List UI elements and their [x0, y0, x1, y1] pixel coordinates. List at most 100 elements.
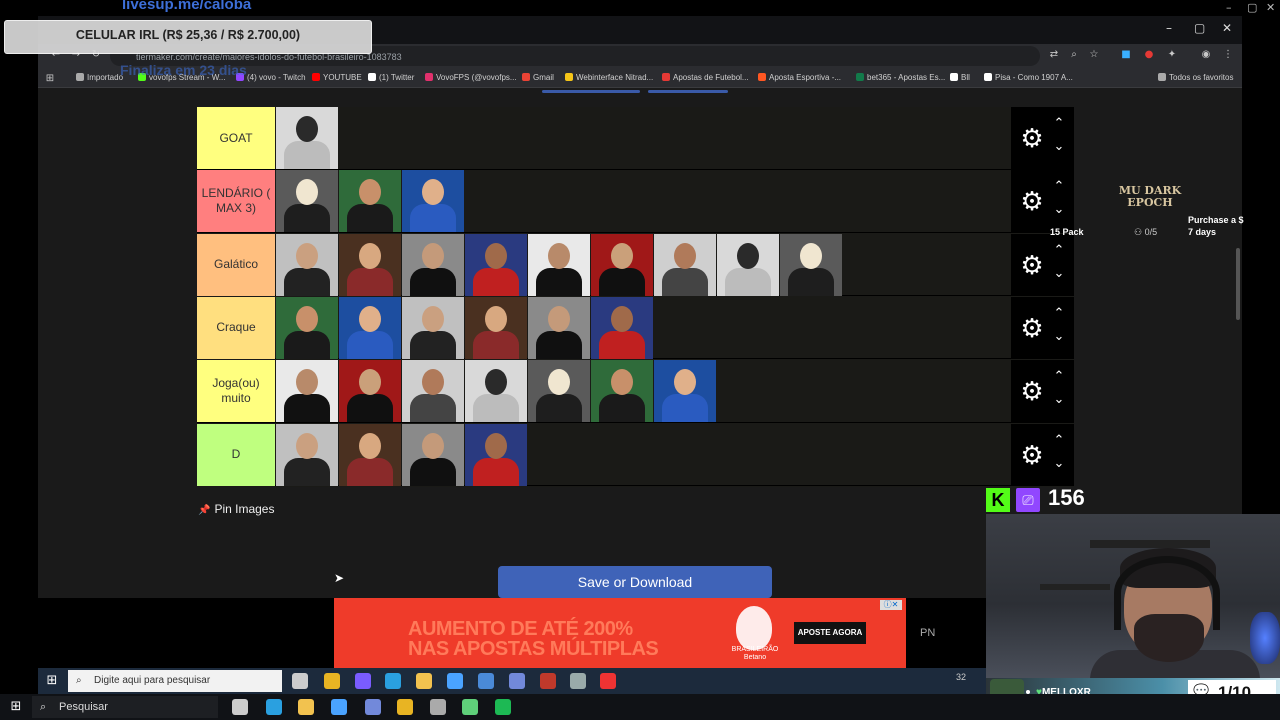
bookmark-item[interactable]: Bll — [950, 72, 970, 84]
player-image[interactable] — [339, 296, 401, 359]
taskbar-search-input[interactable]: ⌕ Pesquisar — [32, 696, 218, 718]
player-image[interactable] — [402, 233, 464, 296]
folder-icon[interactable] — [298, 699, 314, 715]
store-icon[interactable] — [331, 699, 347, 715]
extensions-puzzle-icon[interactable]: ✦ — [1166, 49, 1178, 61]
bookmark-item[interactable]: VovoFPS (@vovofps... — [425, 72, 517, 84]
player-image[interactable] — [528, 360, 590, 423]
bookmark-item[interactable]: Apostas de Futebol... — [662, 72, 749, 84]
bookmark-item[interactable]: Webinterface Nitrad... — [565, 72, 653, 84]
chevron-down-icon[interactable]: ⌄ — [1051, 393, 1067, 407]
pin-images-toggle[interactable]: 📌 Pin Images — [198, 502, 274, 516]
player-image[interactable] — [276, 360, 338, 423]
top-button[interactable] — [648, 90, 728, 93]
bookmark-item[interactable]: bet365 - Apostas Es... — [856, 72, 945, 84]
extension-icon[interactable]: ● — [1143, 49, 1155, 61]
tier-label[interactable]: Joga(ou) muito — [197, 360, 275, 423]
chevron-down-icon[interactable]: ⌄ — [1051, 456, 1067, 471]
task-view-icon[interactable] — [232, 699, 248, 715]
bookmark-item[interactable]: Todos os favoritos — [1158, 72, 1233, 84]
edge-icon[interactable] — [266, 699, 282, 715]
player-image[interactable] — [276, 296, 338, 359]
chevron-up-icon[interactable]: ⌃ — [1051, 433, 1067, 448]
player-image[interactable] — [465, 296, 527, 359]
top-button[interactable] — [542, 90, 640, 93]
chevron-down-icon[interactable]: ⌄ — [1051, 329, 1067, 344]
bookmark-item[interactable]: Gmail — [522, 72, 554, 84]
app-icon[interactable] — [540, 673, 556, 689]
player-image[interactable] — [780, 233, 842, 296]
mail-icon[interactable] — [478, 673, 494, 689]
bookmark-item[interactable]: Pisa - Como 1907 A... — [984, 72, 1073, 84]
player-image[interactable] — [339, 170, 401, 233]
chevron-up-icon[interactable]: ⌃ — [1051, 370, 1067, 384]
windows-start-icon[interactable]: ⊞ — [44, 673, 60, 689]
task-view-icon[interactable] — [292, 673, 308, 689]
player-image[interactable] — [339, 360, 401, 423]
chevron-down-icon[interactable]: ⌄ — [1051, 266, 1067, 281]
player-image[interactable] — [339, 423, 401, 486]
app-icon[interactable] — [355, 673, 371, 689]
app-icon[interactable] — [600, 673, 616, 689]
player-image[interactable] — [717, 233, 779, 296]
edge-icon[interactable] — [385, 673, 401, 689]
chevron-up-icon[interactable]: ⌃ — [1051, 243, 1067, 258]
player-image[interactable] — [591, 360, 653, 423]
maximize-button[interactable]: ▢ — [1194, 21, 1205, 35]
tier-label[interactable]: D — [197, 423, 275, 486]
bookmark-star-icon[interactable]: ☆ — [1088, 49, 1100, 61]
store-icon[interactable] — [447, 673, 463, 689]
chevron-up-icon[interactable]: ⌃ — [1051, 117, 1067, 131]
profile-icon[interactable]: ◉ — [1200, 49, 1212, 61]
bookmark-item[interactable]: (1) Twitter — [368, 72, 414, 84]
player-image[interactable] — [276, 170, 338, 233]
page-scrollbar[interactable] — [1236, 248, 1240, 320]
gear-icon[interactable]: ⚙ — [1017, 187, 1047, 217]
tier-label[interactable]: Craque — [197, 296, 275, 359]
player-image[interactable] — [591, 233, 653, 296]
chevron-down-icon[interactable]: ⌄ — [1051, 140, 1067, 154]
player-image[interactable] — [276, 107, 338, 169]
discord-icon[interactable] — [365, 699, 381, 715]
gear-icon[interactable]: ⚙ — [1017, 124, 1047, 154]
player-image[interactable] — [654, 233, 716, 296]
player-image[interactable] — [465, 233, 527, 296]
windows-start-icon[interactable]: ⊞ — [8, 699, 24, 715]
gear-icon[interactable]: ⚙ — [1017, 377, 1047, 407]
bookmark-item[interactable]: Importado — [76, 72, 123, 84]
chevron-up-icon[interactable]: ⌃ — [1051, 306, 1067, 321]
app-icon[interactable] — [570, 673, 586, 689]
chevron-down-icon[interactable]: ⌄ — [1051, 203, 1067, 217]
player-image[interactable] — [465, 423, 527, 486]
menu-icon[interactable]: ⋮ — [1222, 49, 1234, 61]
extension-icon[interactable]: ■ — [1120, 49, 1132, 61]
player-image[interactable] — [276, 233, 338, 296]
minimize-button[interactable]: – — [1166, 21, 1172, 35]
app-icon[interactable] — [430, 699, 446, 715]
chrome-icon[interactable] — [324, 673, 340, 689]
outer-close-button[interactable]: ✕ — [1266, 1, 1275, 14]
app-icon[interactable] — [462, 699, 478, 715]
chevron-up-icon[interactable]: ⌃ — [1051, 180, 1067, 194]
player-image[interactable] — [402, 423, 464, 486]
translate-icon[interactable]: ⇄ — [1048, 49, 1060, 61]
player-image[interactable] — [465, 360, 527, 423]
folder-icon[interactable] — [416, 673, 432, 689]
ad-cta-button[interactable]: APOSTE AGORA — [794, 622, 866, 644]
bookmark-item[interactable]: Aposta Esportiva -... — [758, 72, 841, 84]
player-image[interactable] — [528, 233, 590, 296]
chrome-icon[interactable] — [397, 699, 413, 715]
apps-grid-icon[interactable]: ⊞ — [44, 73, 56, 85]
tier-label[interactable]: Galático — [197, 233, 275, 296]
bookmark-item[interactable]: YOUTUBE — [312, 72, 362, 84]
gear-icon[interactable]: ⚙ — [1017, 314, 1047, 344]
player-image[interactable] — [654, 360, 716, 423]
purchase-label[interactable]: Purchase a $ 7 days — [1188, 214, 1248, 238]
player-image[interactable] — [591, 296, 653, 359]
tier-label[interactable]: GOAT — [197, 107, 275, 169]
player-image[interactable] — [402, 360, 464, 423]
player-image[interactable] — [402, 170, 464, 233]
outer-minimize-button[interactable]: – — [1226, 1, 1232, 14]
outer-maximize-button[interactable]: ▢ — [1247, 1, 1257, 14]
player-image[interactable] — [528, 296, 590, 359]
